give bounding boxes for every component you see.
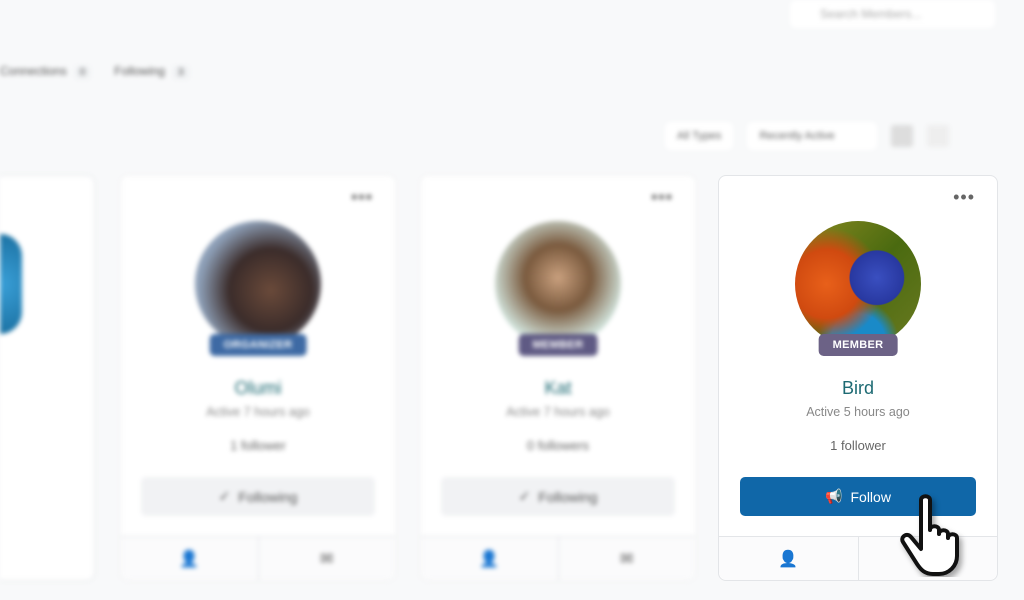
last-active: Active 7 hours ago bbox=[506, 405, 610, 419]
check-icon: ✓ bbox=[218, 488, 231, 504]
follower-count: 1 follower bbox=[230, 438, 286, 453]
order-select[interactable]: Recently Active bbox=[747, 122, 878, 150]
type-select[interactable]: All Types bbox=[665, 122, 734, 150]
button-label: Follow bbox=[850, 488, 891, 505]
message-icon[interactable]: ✉ bbox=[557, 537, 696, 580]
tab-count: 0 bbox=[74, 66, 91, 79]
following-button[interactable]: ✓ Following bbox=[441, 477, 675, 516]
button-label: Following bbox=[538, 488, 598, 505]
tab-count: 3 bbox=[172, 66, 189, 79]
member-name[interactable]: Olumi bbox=[121, 378, 395, 399]
tab-following[interactable]: Following 3 bbox=[114, 64, 189, 79]
filters: All Types Recently Active bbox=[665, 122, 950, 150]
list-view-icon[interactable] bbox=[927, 125, 950, 147]
check-icon: ✓ bbox=[518, 488, 531, 504]
member-tabs: Connections 0 Following 3 bbox=[0, 64, 189, 79]
more-icon[interactable]: ••• bbox=[351, 188, 373, 206]
role-badge: MEMBER bbox=[518, 334, 598, 356]
following-button[interactable]: ✓ Following bbox=[141, 477, 375, 516]
avatar bbox=[495, 221, 621, 347]
connect-icon[interactable]: 👤 bbox=[421, 537, 558, 580]
card-actions: 👤 ✉ bbox=[421, 536, 695, 580]
connect-icon[interactable]: 👤 bbox=[121, 537, 258, 580]
more-icon[interactable]: ••• bbox=[953, 188, 975, 206]
last-active: Active 5 hours ago bbox=[806, 405, 910, 419]
role-badge: ORGANIZER bbox=[209, 334, 307, 356]
message-icon[interactable]: ✉ bbox=[257, 537, 396, 580]
tab-label: Connections bbox=[0, 64, 67, 78]
avatar bbox=[0, 234, 22, 334]
last-active: Active 7 hours ago bbox=[206, 405, 310, 419]
member-card bbox=[0, 175, 95, 581]
tab-connections[interactable]: Connections 0 bbox=[0, 64, 91, 79]
member-name[interactable]: Bird bbox=[719, 378, 997, 399]
megaphone-icon: 📢 bbox=[825, 488, 843, 504]
more-icon[interactable]: ••• bbox=[651, 188, 673, 206]
avatar bbox=[195, 221, 321, 347]
grid-view-icon[interactable] bbox=[891, 125, 914, 147]
search-input[interactable]: Search Members... bbox=[790, 0, 995, 28]
member-name[interactable]: Kat bbox=[421, 378, 695, 399]
member-card: ••• MEMBER Kat Active 7 hours ago 0 foll… bbox=[420, 175, 696, 581]
button-label: Following bbox=[238, 488, 298, 505]
role-badge: MEMBER bbox=[818, 334, 898, 356]
avatar bbox=[795, 221, 921, 347]
member-card: ••• ORGANIZER Olumi Active 7 hours ago 1… bbox=[120, 175, 396, 581]
tab-label: Following bbox=[114, 64, 165, 78]
hand-cursor-icon bbox=[900, 494, 959, 576]
card-actions: 👤 ✉ bbox=[121, 536, 395, 580]
follower-count: 0 followers bbox=[526, 438, 590, 453]
follower-count: 1 follower bbox=[830, 438, 886, 453]
connect-icon[interactable]: 👤 bbox=[719, 537, 858, 580]
